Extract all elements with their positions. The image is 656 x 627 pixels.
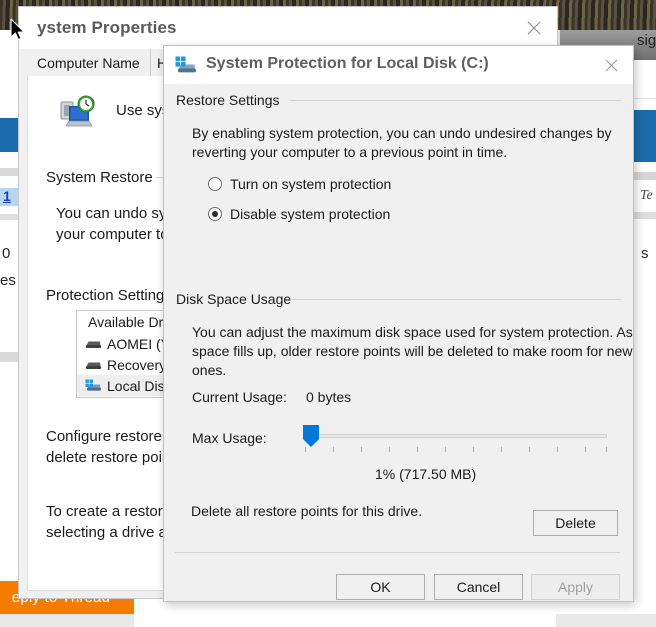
radio-label: Turn on system protection: [230, 176, 392, 192]
apply-button: Apply: [531, 574, 620, 600]
disk-space-description-line1: You can adjust the maximum disk space us…: [192, 324, 633, 340]
max-usage-slider-ticks: [305, 447, 607, 453]
configure-text-line2: delete restore poin: [46, 449, 171, 466]
dialog-titlebar: System Protection for Local Disk (C:): [164, 46, 633, 85]
cancel-button[interactable]: Cancel: [434, 574, 523, 600]
max-usage-slider-track[interactable]: [305, 434, 607, 438]
restore-settings-group-rule: [290, 100, 621, 101]
drive-icon: [85, 337, 102, 350]
background-left-zero-text: 0: [2, 245, 11, 262]
background-right-s-text: s: [641, 245, 649, 262]
close-icon[interactable]: [511, 7, 557, 49]
radio-icon-selected: [208, 207, 222, 221]
tab-computer-name[interactable]: Computer Name: [27, 49, 151, 76]
create-restore-text-line2: selecting a drive ar: [46, 524, 172, 541]
windows-drive-icon: [175, 56, 197, 75]
disk-space-description-line3: ones.: [192, 362, 227, 378]
disk-space-usage-group-rule: [292, 299, 621, 300]
ok-button[interactable]: OK: [336, 574, 425, 600]
dialog-footer-rule: [175, 552, 620, 553]
background-left-es-text: es: [0, 272, 16, 289]
background-left-link-text: 1: [3, 188, 11, 204]
max-usage-label: Max Usage:: [192, 430, 267, 446]
system-restore-icon: [56, 93, 102, 133]
mouse-cursor: [10, 18, 26, 42]
radio-label: Disable system protection: [230, 206, 391, 222]
restore-settings-group-label: Restore Settings: [176, 92, 280, 108]
windows-drive-icon: [85, 379, 102, 392]
disk-space-description-line2: space fills up, older restore points wil…: [192, 343, 633, 359]
close-icon[interactable]: [589, 46, 633, 84]
protection-settings-group-label: Protection Settings: [46, 287, 179, 304]
configure-text-line1: Configure restore s: [46, 428, 174, 445]
system-restore-group-label: System Restore: [46, 169, 160, 186]
current-usage-value: 0 bytes: [306, 389, 352, 405]
background-right-gray-block-2: [634, 212, 656, 219]
max-usage-value-text: 1% (717.50 MB): [375, 466, 477, 482]
background-right-te-text: Te: [640, 188, 653, 203]
drive-icon: [85, 358, 102, 371]
create-restore-text-line1: To create a restore: [46, 503, 172, 520]
radio-turn-on-system-protection[interactable]: Turn on system protection: [208, 176, 391, 192]
system-properties-titlebar: ystem Properties: [19, 7, 557, 49]
background-right-gray-block: [634, 172, 656, 180]
background-signature-text: sig: [637, 32, 656, 49]
restore-settings-description-line2: reverting your computer to a previous po…: [192, 144, 508, 160]
system-properties-title: ystem Properties: [37, 18, 177, 37]
restore-settings-description-line1: By enabling system protection, you can u…: [192, 125, 612, 141]
background-right-blue-block: [634, 110, 656, 162]
delete-restore-points-text: Delete all restore points for this drive…: [191, 503, 423, 519]
radio-icon: [208, 177, 222, 191]
radio-disable-system-protection[interactable]: Disable system protection: [208, 206, 390, 222]
delete-button[interactable]: Delete: [533, 510, 618, 536]
disk-space-usage-group-label: Disk Space Usage: [176, 291, 292, 307]
current-usage-label: Current Usage:: [192, 389, 287, 405]
dialog-title: System Protection for Local Disk (C:): [206, 55, 489, 72]
